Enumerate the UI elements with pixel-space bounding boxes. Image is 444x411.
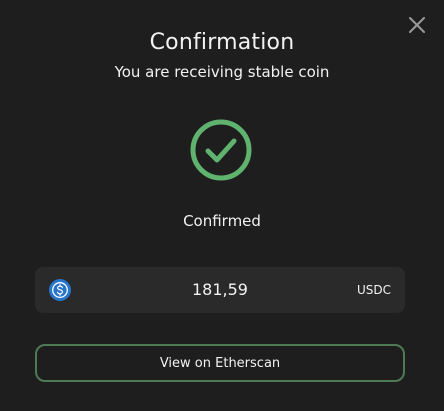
currency-label: USDC [356, 283, 391, 297]
view-on-etherscan-button[interactable]: View on Etherscan [35, 344, 405, 382]
amount-card: 181,59 USDC [35, 267, 405, 313]
status-text: Confirmed [183, 212, 261, 230]
amount-value: 181,59 [192, 280, 248, 299]
modal-title: Confirmation [149, 30, 295, 55]
confirmation-modal: Confirmation You are receiving stable co… [0, 0, 444, 411]
modal-subtitle: You are receiving stable coin [114, 63, 330, 81]
etherscan-button-label: View on Etherscan [159, 355, 281, 371]
check-circle-icon [190, 119, 252, 181]
